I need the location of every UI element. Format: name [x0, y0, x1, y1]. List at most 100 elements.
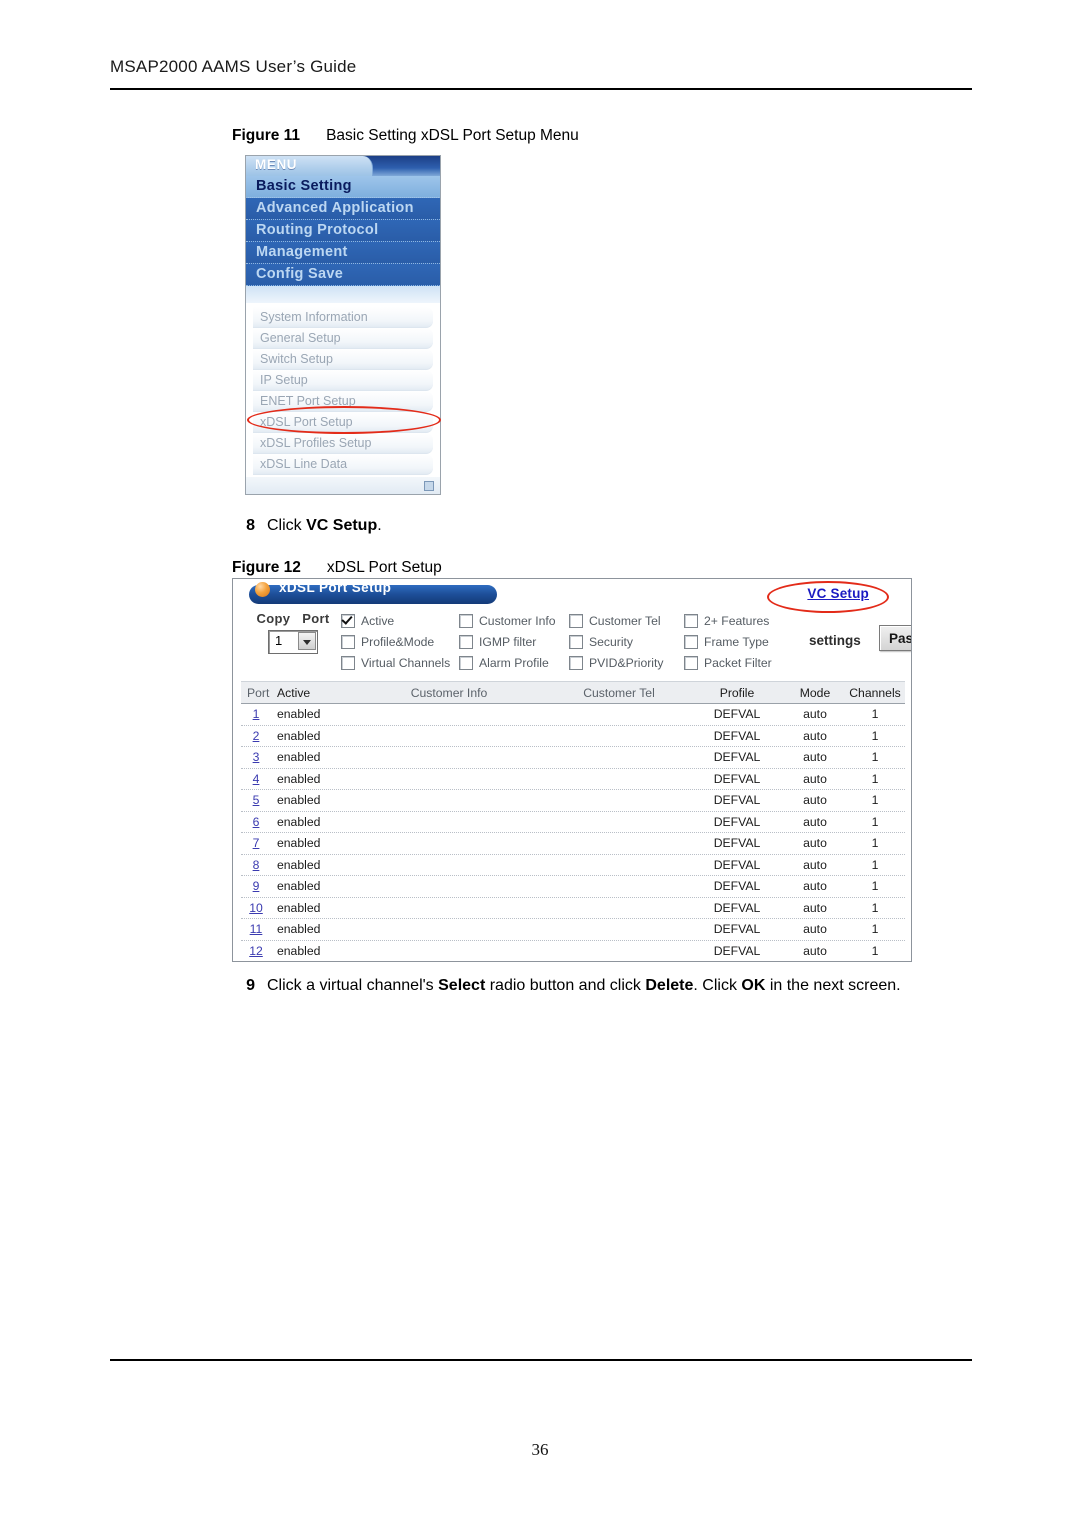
- figure-11-title: Basic Setting xDSL Port Setup Menu: [326, 127, 579, 144]
- cell-channels: 1: [871, 728, 879, 743]
- cell-active: enabled: [277, 857, 321, 872]
- menu-subitem-ip-setup[interactable]: IP Setup: [253, 370, 433, 391]
- table-row: 6 enabled DEFVAL auto 1: [241, 811, 905, 833]
- checkbox-frame-type-box[interactable]: [684, 634, 698, 649]
- port-link[interactable]: 5: [253, 793, 260, 807]
- column-header-channels: Channels: [849, 685, 901, 700]
- menu-subitem-xdsl-line-data[interactable]: xDSL Line Data: [253, 454, 433, 475]
- checkbox-profile-mode[interactable]: Profile&Mode: [341, 631, 459, 652]
- cell-channels: 1: [871, 793, 879, 808]
- checkbox-virtual-channels[interactable]: Virtual Channels: [341, 652, 459, 673]
- checkbox-customer-info-box[interactable]: [459, 613, 473, 628]
- cell-mode: auto: [803, 900, 827, 915]
- menu-main-list: Basic Setting Advanced Application Routi…: [246, 176, 440, 286]
- menu-subitem-xdsl-port-setup[interactable]: xDSL Port Setup: [253, 412, 433, 433]
- column-header-customer-tel: Customer Tel: [583, 685, 655, 700]
- port-link[interactable]: 11: [250, 922, 263, 936]
- step-8: 8 Click VC Setup.: [237, 514, 382, 538]
- cell-active: enabled: [277, 836, 321, 851]
- cell-mode: auto: [803, 750, 827, 765]
- table-row: 8 enabled DEFVAL auto 1: [241, 854, 905, 876]
- menu-subitem-xdsl-profiles-setup[interactable]: xDSL Profiles Setup: [253, 433, 433, 454]
- port-link[interactable]: 12: [249, 944, 263, 958]
- cell-profile: DEFVAL: [713, 943, 761, 958]
- cell-profile: DEFVAL: [713, 922, 761, 937]
- cell-channels: 1: [871, 750, 879, 765]
- checkbox-alarm-profile-label: Alarm Profile: [479, 655, 549, 670]
- checkbox-active-box[interactable]: [341, 613, 355, 628]
- port-select[interactable]: 1: [268, 630, 318, 654]
- port-link[interactable]: 2: [253, 729, 260, 743]
- cell-mode: auto: [803, 707, 827, 722]
- menu-item-config-save[interactable]: Config Save: [246, 264, 440, 286]
- cell-active: enabled: [277, 900, 321, 915]
- cell-mode: auto: [803, 728, 827, 743]
- cell-active: enabled: [277, 707, 321, 722]
- checkbox-packet-filter-label: Packet Filter: [704, 655, 772, 670]
- table-row: 1 enabled DEFVAL auto 1: [241, 704, 905, 726]
- menu-item-routing-protocol[interactable]: Routing Protocol: [246, 220, 440, 242]
- port-link[interactable]: 9: [253, 879, 260, 893]
- port-link[interactable]: 3: [253, 750, 260, 764]
- checkbox-profile-mode-box[interactable]: [341, 634, 355, 649]
- vc-setup-link[interactable]: VC Setup: [807, 586, 869, 601]
- menu-item-basic-setting[interactable]: Basic Setting: [246, 176, 440, 198]
- checkbox-igmp-filter-box[interactable]: [459, 634, 473, 649]
- port-link[interactable]: 10: [249, 901, 263, 915]
- cell-mode: auto: [803, 793, 827, 808]
- header-divider: [110, 88, 972, 90]
- menu-item-management[interactable]: Management: [246, 242, 440, 264]
- menu-subitem-system-information[interactable]: System Information: [253, 307, 433, 328]
- port-link[interactable]: 7: [253, 836, 260, 850]
- copy-label: Copy: [256, 611, 291, 626]
- cell-active: enabled: [277, 750, 321, 765]
- menu-footer: [246, 477, 440, 494]
- menu-subitem-enet-port-setup[interactable]: ENET Port Setup: [253, 391, 433, 412]
- checkbox-security[interactable]: Security: [569, 631, 684, 652]
- checkbox-alarm-profile[interactable]: Alarm Profile: [459, 652, 569, 673]
- checkbox-2plus-features-box[interactable]: [684, 613, 698, 628]
- checkbox-packet-filter[interactable]: Packet Filter: [684, 652, 803, 673]
- checkbox-pvid-priority[interactable]: PVID&Priority: [569, 652, 684, 673]
- paste-button[interactable]: Paste: [879, 625, 911, 651]
- menu-tab-strip: MENU: [246, 156, 440, 176]
- port-link[interactable]: 1: [253, 707, 260, 721]
- checkbox-security-label: Security: [589, 634, 634, 649]
- menu-item-advanced-application[interactable]: Advanced Application: [246, 198, 440, 220]
- step-8-text-after: .: [377, 517, 382, 534]
- step-8-number: 8: [246, 517, 255, 534]
- menu-tab-label: MENU: [255, 157, 298, 172]
- checkbox-frame-type[interactable]: Frame Type: [684, 631, 803, 652]
- checkbox-active[interactable]: Active: [341, 610, 459, 631]
- checkbox-virtual-channels-box[interactable]: [341, 655, 355, 670]
- figure-11-label: Figure 11: [232, 127, 301, 144]
- resize-handle-icon: [424, 481, 434, 491]
- checkbox-2plus-features[interactable]: 2+ Features: [684, 610, 803, 631]
- checkbox-security-box[interactable]: [569, 634, 583, 649]
- checkbox-customer-tel-box[interactable]: [569, 613, 583, 628]
- checkbox-packet-filter-box[interactable]: [684, 655, 698, 670]
- checkbox-alarm-profile-box[interactable]: [459, 655, 473, 670]
- port-link[interactable]: 6: [253, 815, 260, 829]
- cell-channels: 1: [871, 707, 879, 722]
- menu-subitem-switch-setup[interactable]: Switch Setup: [253, 349, 433, 370]
- checkbox-customer-tel[interactable]: Customer Tel: [569, 610, 684, 631]
- chevron-down-icon[interactable]: [298, 632, 316, 650]
- figure-12-title: xDSL Port Setup: [326, 559, 442, 576]
- checkbox-customer-info[interactable]: Customer Info: [459, 610, 569, 631]
- cell-active: enabled: [277, 793, 321, 808]
- table-row: 9 enabled DEFVAL auto 1: [241, 876, 905, 898]
- port-link[interactable]: 8: [253, 858, 260, 872]
- cell-profile: DEFVAL: [713, 771, 761, 786]
- checkbox-pvid-priority-box[interactable]: [569, 655, 583, 670]
- copy-settings-checkbox-grid: Active Customer Info Customer Tel 2+ Fea…: [341, 610, 803, 673]
- cell-channels: 1: [871, 771, 879, 786]
- port-link[interactable]: 4: [253, 772, 260, 786]
- footer-divider: [110, 1359, 972, 1361]
- menu-subitem-general-setup[interactable]: General Setup: [253, 328, 433, 349]
- cell-profile: DEFVAL: [713, 814, 761, 829]
- cell-profile: DEFVAL: [713, 707, 761, 722]
- checkbox-igmp-filter[interactable]: IGMP filter: [459, 631, 569, 652]
- step-8-bold: VC Setup: [306, 517, 378, 534]
- table-row: 5 enabled DEFVAL auto 1: [241, 790, 905, 812]
